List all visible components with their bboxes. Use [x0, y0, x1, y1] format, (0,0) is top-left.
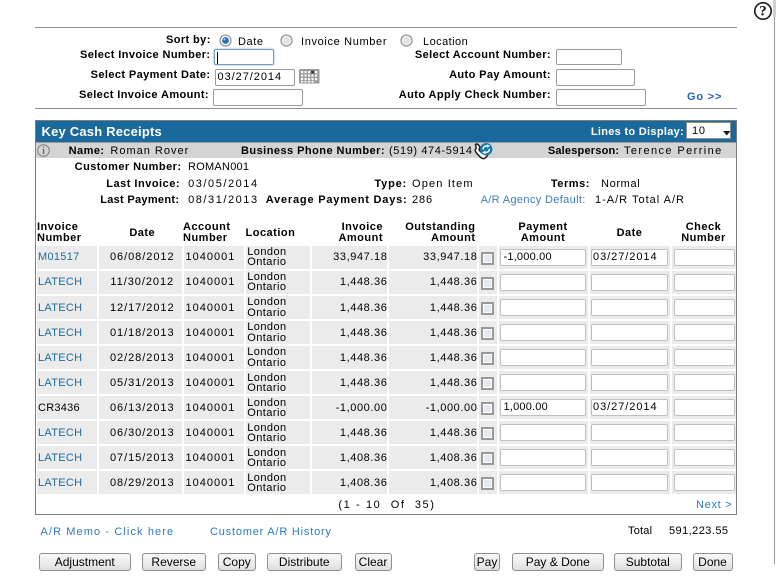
- svg-text:?: ?: [759, 4, 767, 20]
